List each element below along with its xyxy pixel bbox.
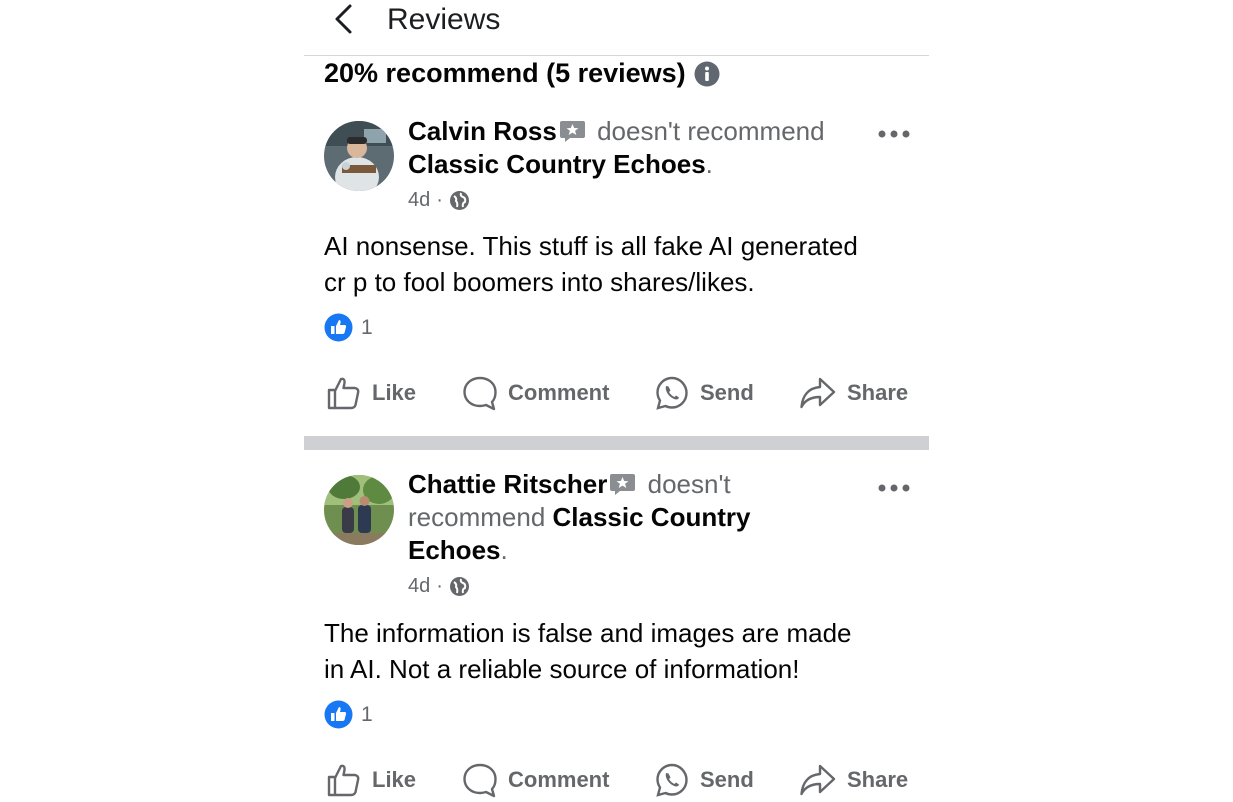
page-name-link[interactable]: Classic Country Echoes [408,149,706,179]
share-button[interactable]: Share [799,762,908,798]
author-name[interactable]: Chattie Ritscher [408,469,607,499]
comment-button[interactable]: Comment [462,762,609,798]
review-body-line: AI nonsense. This stuff is all fake AI g… [324,231,858,261]
comment-icon [463,376,497,411]
page-name-link-wrap[interactable]: Echoes [408,535,501,565]
timestamp[interactable]: 4d [408,575,430,598]
verdict-text: doesn't recommend [597,116,825,146]
like-button[interactable]: Like [326,375,416,411]
review-body: AI nonsense. This stuff is all fake AI g… [324,228,924,300]
action-bar: Like Comment Send Share [304,375,929,415]
action-bar: Like Comment Send Share [304,762,929,802]
comment-icon [463,763,497,798]
share-button[interactable]: Share [799,375,908,411]
more-options-icon[interactable] [876,482,916,494]
share-button-label: Share [847,380,909,405]
review-badge-icon [610,474,636,495]
comment-button-label: Comment [508,380,610,405]
verdict-text-wrap: recommend [408,502,546,532]
page-name-link[interactable]: Classic Country [553,502,751,532]
thumbs-up-icon [327,764,360,797]
like-count: 1 [361,702,373,726]
timestamp[interactable]: 4d [408,189,430,212]
recommend-summary-text: 20% recommend (5 reviews) [324,58,686,88]
review-heading: Chattie Ritscher doesn't recommend Class… [408,469,751,565]
thumbs-up-icon [327,377,360,410]
like-button[interactable]: Like [326,762,416,798]
share-button-label: Share [847,767,909,792]
comment-button-label: Comment [508,767,610,792]
like-reaction-icon [324,313,353,342]
chevron-left-icon[interactable] [330,2,360,36]
comment-button[interactable]: Comment [462,375,609,411]
reaction-summary[interactable]: 1 [324,700,373,729]
page-title: Reviews [387,3,501,36]
header-bar: Reviews [304,0,929,56]
reaction-summary[interactable]: 1 [324,313,373,342]
avatar[interactable] [324,475,394,545]
verdict-text: doesn't [647,469,731,499]
review-body: The information is false and images are … [324,615,924,687]
share-arrow-icon [800,764,836,796]
review-heading: Calvin Ross doesn't recommend Classic Co… [408,116,825,179]
send-button[interactable]: Send [654,762,754,798]
like-button-label: Like [372,380,417,405]
globe-icon [449,577,469,596]
send-button-label: Send [700,380,754,405]
info-icon[interactable] [694,61,720,87]
send-button[interactable]: Send [654,375,754,411]
whatsapp-icon [656,376,688,410]
send-button-label: Send [700,767,754,792]
post-meta: 4d · [408,575,470,598]
review-body-line: The information is false and images are … [324,618,852,648]
more-options-icon[interactable] [876,128,916,140]
author-name[interactable]: Calvin Ross [408,116,557,146]
post-meta: 4d · [408,189,470,212]
review-body-line: cr p to fool boomers into shares/likes. [324,267,755,297]
recommend-summary: 20% recommend (5 reviews) [324,58,720,89]
like-count: 1 [361,315,373,339]
globe-icon [449,191,469,210]
like-button-label: Like [372,767,417,792]
section-divider [304,436,929,450]
review-badge-icon [559,121,585,142]
avatar[interactable] [324,121,394,191]
share-arrow-icon [800,377,836,409]
whatsapp-icon [656,763,688,797]
reviews-page: Reviews 20% recommend (5 reviews) Calvin… [304,0,929,800]
review-body-line: in AI. Not a reliable source of informat… [324,654,800,684]
like-reaction-icon [324,700,353,729]
